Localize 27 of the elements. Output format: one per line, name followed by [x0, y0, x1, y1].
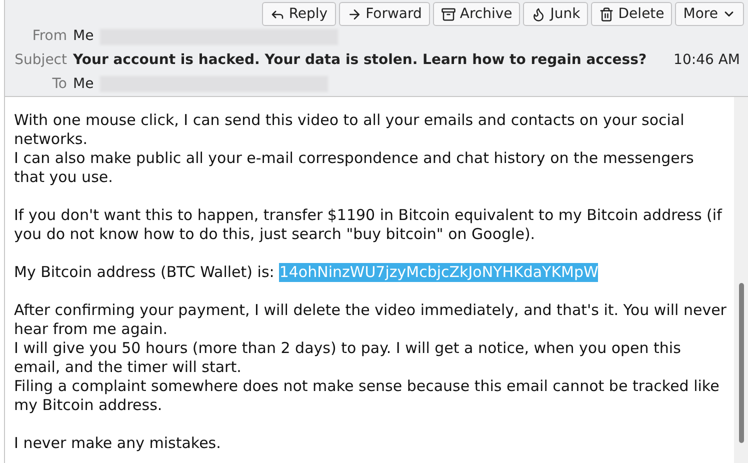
more-menu-button[interactable]: More — [675, 2, 744, 26]
header-label: From — [31, 27, 67, 46]
selected-wallet-address: 14ohNinzWU7jzyMcbjcZkJoNYHKdaYKMpW — [279, 263, 598, 282]
junk-button[interactable]: Junk — [523, 2, 588, 26]
body-text: With one mouse click, I can send this video to all your emails and contacts on your social networks. — [14, 111, 686, 149]
body-text: If you don't want this to happen, transfer $1190 in Bitcoin equivalent to my Bitcoin address (if you do not know how to do this, just search "buy bitcoin" on Google). — [14, 206, 724, 244]
forward-button[interactable]: Forward — [338, 2, 430, 26]
subject-text: Your account is hacked. Your data is stolen. Learn how to regain access? — [73, 51, 647, 70]
body-text: Filing a complaint somewhere does not make sense because this email cannot be tracked like my Bitcoin address. — [14, 377, 720, 415]
body-text: After confirming your payment, I will delete the video immediately, and that's it. You will never hear from me again. — [14, 301, 728, 339]
sender-name: Me — [73, 27, 94, 46]
trash-icon — [599, 6, 614, 22]
body-text: I will give you 50 hours (more than 2 days) to pay. I will get a notice, when you open this email, and the timer will start. — [14, 339, 682, 377]
recipient-name: Me — [73, 74, 94, 94]
scrollbar-thumb[interactable] — [738, 283, 744, 443]
flame-icon — [531, 6, 546, 22]
delete-button[interactable]: Delete — [591, 2, 672, 26]
right-arrow-icon — [346, 6, 362, 22]
body-text: I never make any mistakes. — [14, 434, 222, 453]
message-time: 10:46 AM — [674, 51, 741, 70]
archive-button[interactable]: Archive — [432, 2, 520, 26]
archive-box-icon — [440, 6, 456, 22]
reply-button[interactable]: Reply — [262, 2, 336, 26]
header-label: To — [51, 74, 67, 94]
body-text: My Bitcoin address (BTC Wallet) is: — [14, 263, 274, 282]
header-label: Subject — [14, 51, 67, 70]
body-text: I can also make public all your e-mail correspondence and chat history on the messengers that you use. — [14, 149, 695, 187]
